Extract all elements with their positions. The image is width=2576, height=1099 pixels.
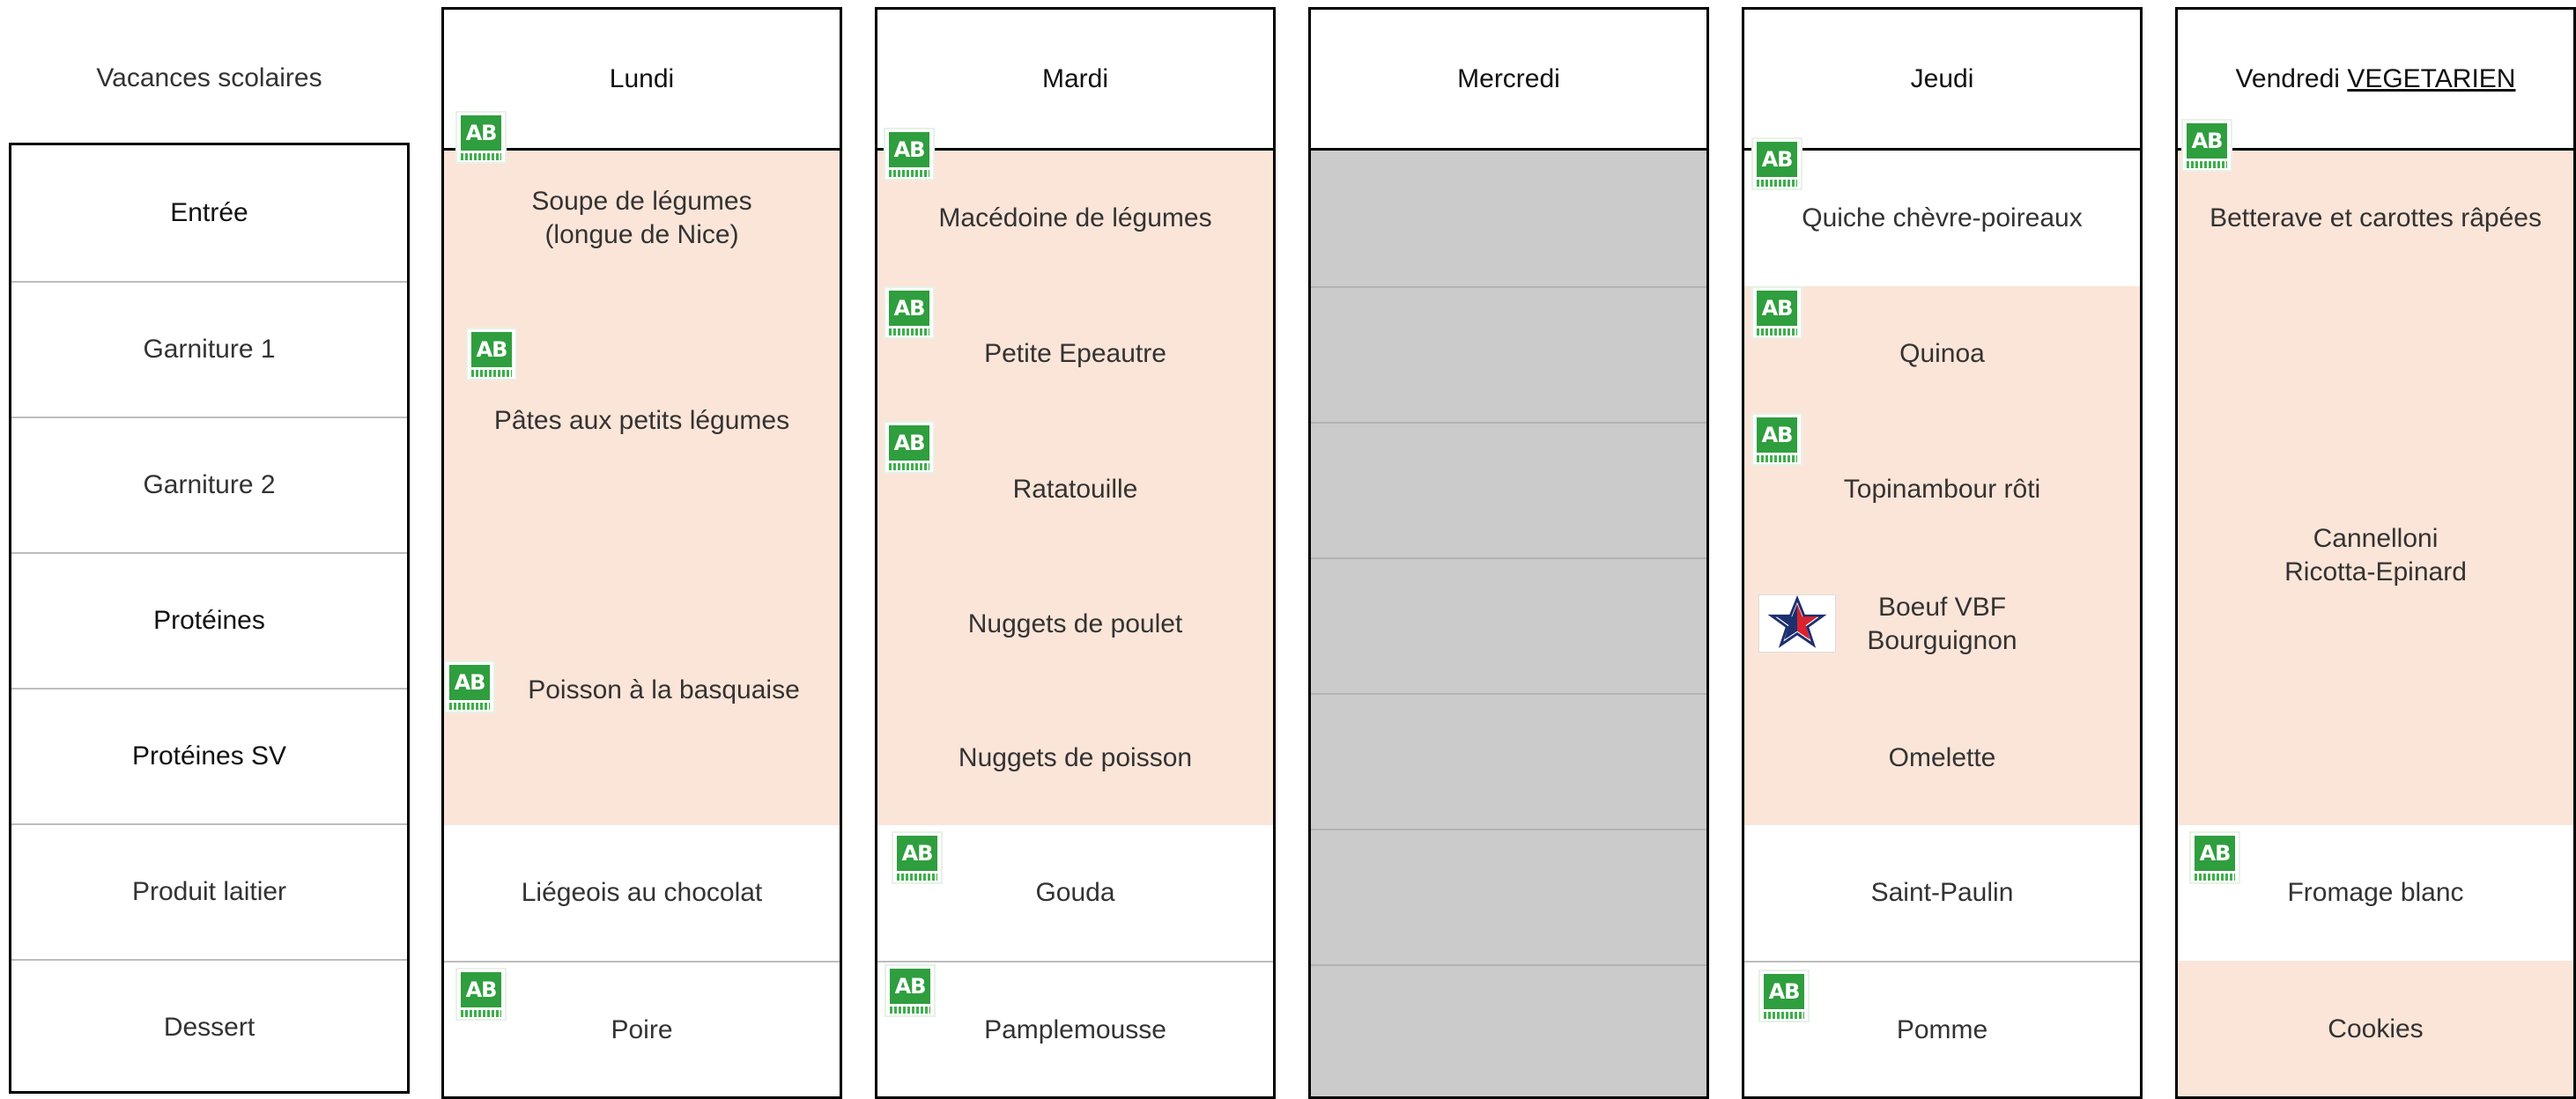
jeudi-produit-laitier: Saint-Paulin [1870,878,2014,907]
row-labels-column: Entrée Garniture 1 Garniture 2 Protéines… [9,143,410,1094]
row-label-garniture-2: Garniture 2 [143,470,276,499]
day-column-lundi: Lundi Soupe de légumes (longue de Nice) … [441,7,842,1099]
mardi-proteines-sv: Nuggets de poisson [877,691,1273,825]
day-column-jeudi: Jeudi Quiche chèvre-poireaux Quinoa Topi… [1742,7,2143,1099]
row-label-produit-laitier: Produit laitier [131,877,287,906]
jeudi-garniture-1: Quinoa [1744,286,2140,422]
vendredi-entree: Betterave et carottes râpées [2178,151,2573,286]
row-label-proteines-sv: Protéines SV [131,741,287,771]
row-label-dessert: Dessert [163,1013,255,1042]
bio-ab-icon: AB [1758,970,1810,1022]
day-name: Mercredi [1457,63,1560,93]
day-column-mardi: Mardi Macédoine de légumes Petite Epeaut… [875,7,1276,1099]
lundi-proteines: Poisson à la basquaise [444,556,840,825]
vendredi-plat: Cannelloni Ricotta-Epinard [2178,286,2573,825]
row-label-garniture-1: Garniture 1 [143,335,276,364]
bio-ab-icon: AB [892,831,943,884]
day-name: Mardi [1041,63,1108,93]
bio-ab-icon: AB [884,421,935,474]
bio-ab-icon: AB [884,286,935,339]
vegetarien-label: VEGETARIEN [2347,63,2516,93]
day-header-mardi: Mardi [877,10,1273,151]
jeudi-entree: Quiche chèvre-poireaux [1802,203,2083,232]
mardi-dessert: Pamplemousse [984,1015,1166,1044]
header-vacances-scolaires: Vacances scolaires [96,63,322,92]
bio-ab-icon: AB [466,328,517,380]
day-name: Vendredi [2235,63,2340,93]
viandes-de-france-icon [1758,594,1836,653]
bio-ab-icon: AB [885,964,936,1017]
day-header-vendredi: Vendredi VEGETARIEN [2178,10,2573,151]
bio-ab-icon: AB [2189,831,2240,884]
lundi-garnitures: Pâtes aux petits légumes [444,286,840,556]
mardi-garniture-1: Petite Epeautre [877,286,1273,422]
bio-ab-icon: AB [2181,119,2232,172]
bio-ab-icon: AB [884,128,935,181]
jeudi-proteines-sv: Omelette [1744,691,2140,825]
lundi-entree: Soupe de légumes (longue de Nice) [444,151,840,286]
day-column-mercredi: Mercredi [1308,7,1709,1099]
jeudi-garniture-2: Topinambour rôti [1744,422,2140,557]
mardi-entree: Macédoine de légumes [877,151,1273,286]
mercredi-closed [1311,151,1706,1096]
bio-ab-icon: AB [455,111,507,164]
bio-ab-icon: AB [1751,286,1802,339]
lundi-produit-laitier: Liégeois au chocolat [521,878,763,907]
row-label-entree: Entrée [170,198,248,227]
day-column-vendredi: Vendredi VEGETARIEN Betterave et carotte… [2175,7,2576,1099]
bio-ab-icon: AB [1751,137,1802,190]
row-label-proteines: Protéines [153,606,265,635]
bio-ab-icon: AB [455,968,507,1021]
vendredi-dessert: Cookies [2178,961,2573,1096]
bio-ab-icon: AB [1751,413,1802,466]
bio-ab-icon: AB [444,660,495,713]
mardi-garniture-2: Ratatouille [877,422,1273,557]
day-name: Lundi [609,63,675,93]
mardi-proteines: Nuggets de poulet [877,557,1273,691]
day-name: Jeudi [1910,63,1974,93]
day-header-jeudi: Jeudi [1744,10,2140,151]
day-header-mercredi: Mercredi [1311,10,1706,151]
